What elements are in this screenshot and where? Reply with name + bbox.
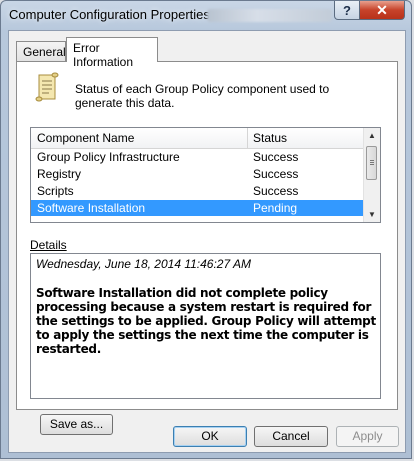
help-icon: ? [343, 2, 351, 18]
error-information-panel: Status of each Group Policy component us… [16, 61, 398, 435]
column-header-component-name[interactable]: Component Name [37, 131, 134, 145]
save-as-button[interactable]: Save as... [40, 414, 113, 435]
scroll-document-icon [34, 72, 60, 102]
scrollbar-thumb[interactable] [366, 146, 377, 180]
help-button[interactable]: ? [334, 1, 360, 20]
component-name: Software Installation [37, 201, 146, 215]
cancel-button[interactable]: Cancel [254, 426, 328, 447]
list-item-selected[interactable]: Software Installation Pending [31, 200, 364, 216]
dialog-window: Computer Configuration Properties ? ✕ Ge… [0, 0, 412, 459]
close-button[interactable]: ✕ [359, 1, 405, 20]
list-item[interactable]: Scripts Success [31, 183, 364, 199]
tab-error-information-label: Error Information [73, 41, 134, 69]
list-vertical-scrollbar[interactable]: ▲ ▼ [363, 128, 380, 222]
details-timestamp: Wednesday, June 18, 2014 11:46:27 AM [36, 257, 252, 271]
title-bar[interactable]: Computer Configuration Properties ? ✕ [1, 1, 411, 29]
thumb-grip [370, 162, 374, 163]
list-item[interactable]: Registry Success [31, 166, 364, 182]
dialog-client-area: General Error Information Status of each… [8, 30, 406, 453]
list-item[interactable]: Group Policy Infrastructure Success [31, 149, 364, 165]
component-name: Scripts [37, 184, 74, 198]
component-status: Success [253, 167, 299, 181]
details-label-text: Details [30, 238, 67, 252]
apply-button[interactable]: Apply [336, 426, 399, 447]
close-icon: ✕ [376, 1, 388, 18]
component-status: Success [253, 184, 299, 198]
scroll-up-arrow-icon[interactable]: ▲ [368, 131, 376, 140]
component-status: Pending [253, 201, 298, 215]
tab-error-information[interactable]: Error Information [66, 37, 158, 69]
details-textbox[interactable]: Wednesday, June 18, 2014 11:46:27 AM Sof… [30, 253, 381, 399]
component-name: Registry [37, 167, 82, 181]
column-header-status[interactable]: Status [253, 131, 287, 145]
ok-button[interactable]: OK [173, 426, 247, 447]
apply-label: Apply [352, 429, 383, 443]
details-label: Details [30, 238, 67, 252]
ok-label: OK [201, 429, 219, 443]
component-name: Group Policy Infrastructure [37, 150, 180, 164]
cancel-label: Cancel [272, 429, 310, 443]
column-separator[interactable] [247, 128, 248, 148]
save-as-label: Save as... [49, 417, 104, 431]
tab-general-label: General [23, 45, 66, 59]
list-header: Component Name Status [31, 128, 364, 149]
blurred-title-region [207, 9, 332, 22]
thumb-grip [370, 164, 374, 165]
tab-general[interactable]: General [16, 41, 66, 61]
panel-description: Status of each Group Policy component us… [75, 82, 330, 110]
component-status: Success [253, 150, 299, 164]
scroll-down-arrow-icon[interactable]: ▼ [368, 210, 376, 219]
thumb-grip [370, 160, 374, 161]
window-title: Computer Configuration Properties [9, 7, 210, 22]
component-status-list[interactable]: Component Name Status Group Policy Infra… [30, 127, 381, 223]
details-message: Software Installation did not complete p… [36, 286, 376, 356]
